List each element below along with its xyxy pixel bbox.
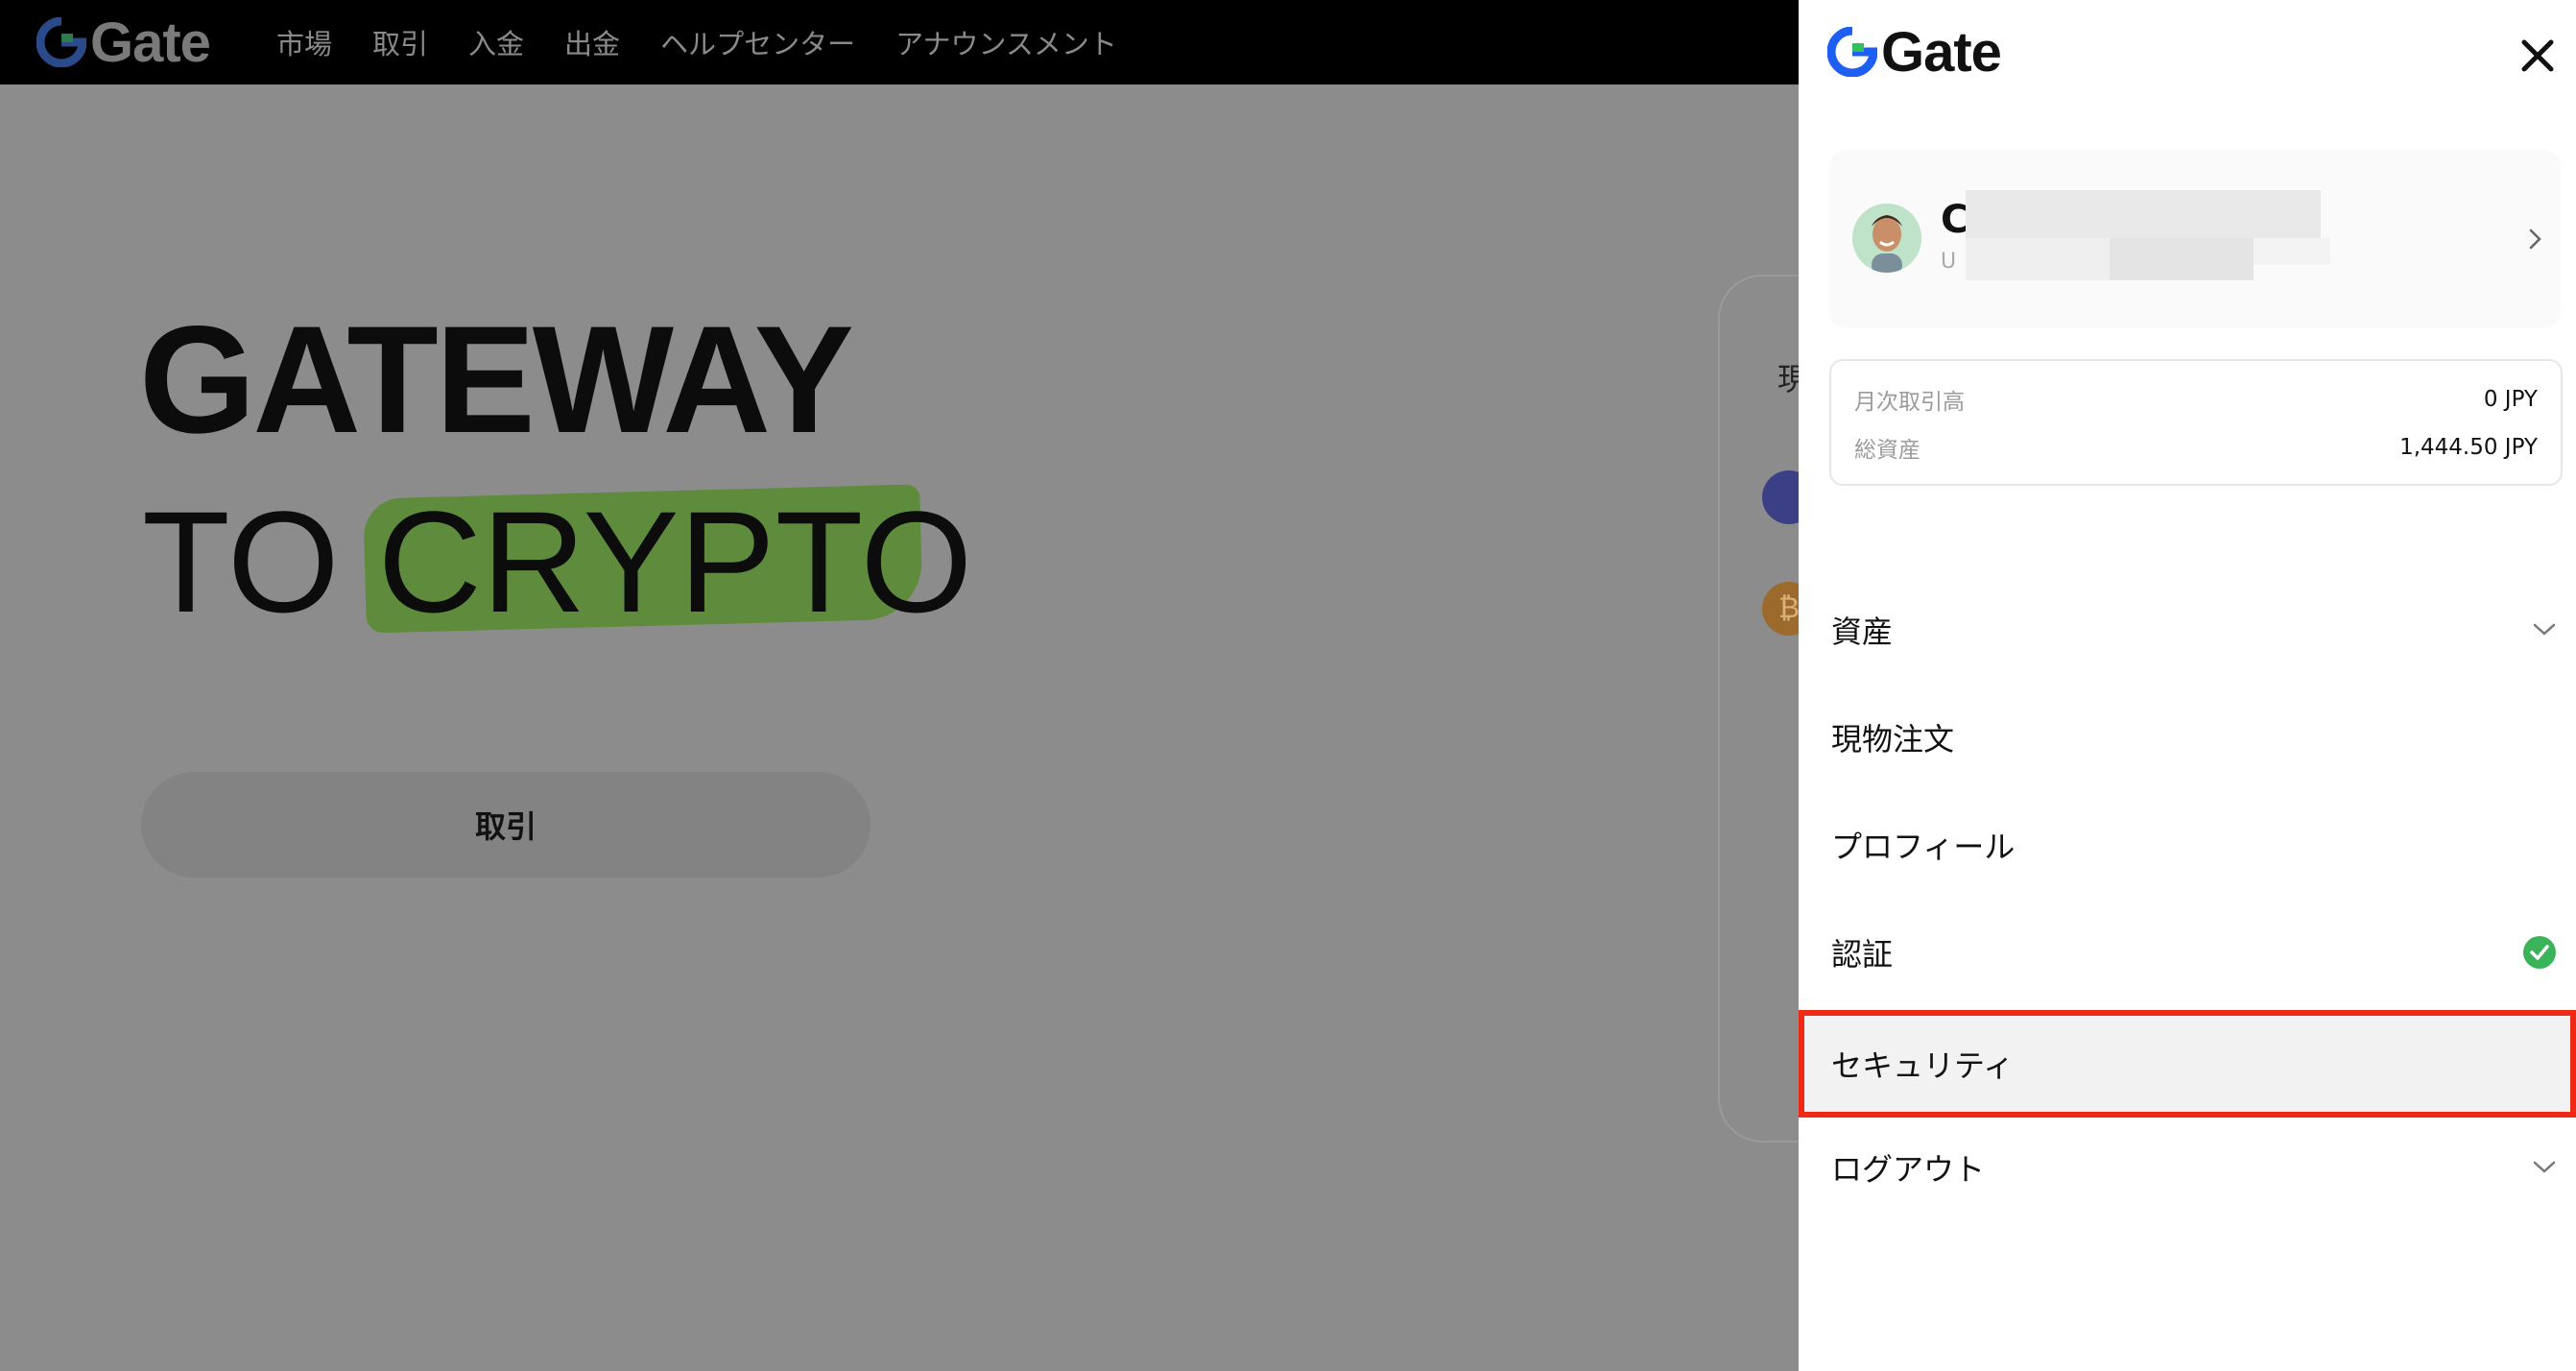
- redacted-block: [1966, 190, 2321, 238]
- menu-item-verification[interactable]: 認証: [1799, 899, 2576, 1006]
- account-stats-card: 月次取引高 0 JPY 総資産 1,444.50 JPY: [1829, 359, 2563, 486]
- hero-title-line2: TO CRYPTO: [142, 490, 972, 634]
- stat-value: 0 JPY: [2483, 387, 2538, 412]
- gate-logo-icon: [36, 17, 86, 67]
- menu-item-spot-orders[interactable]: 現物注文: [1799, 684, 2576, 791]
- stat-value: 1,444.50 JPY: [2399, 435, 2538, 460]
- menu-item-assets[interactable]: 資産: [1799, 576, 2576, 684]
- check-circle-icon: [2523, 936, 2556, 969]
- menu-item-label: プロフィール: [1831, 829, 2015, 865]
- gate-logo-icon: [1827, 27, 1877, 77]
- top-nav: 市場 取引 入金 出金 ヘルプセンター アナウンスメント: [276, 0, 1157, 84]
- menu-item-profile[interactable]: プロフィール: [1799, 791, 2576, 899]
- profile-card[interactable]: C U: [1829, 150, 2561, 328]
- nav-deposit[interactable]: 入金: [468, 22, 524, 62]
- avatar: [1852, 204, 1921, 273]
- stat-total-assets: 総資産 1,444.50 JPY: [1854, 428, 2538, 467]
- menu-item-security[interactable]: セキュリティ: [1799, 1010, 2576, 1118]
- gate-logo[interactable]: Gate: [36, 11, 211, 74]
- menu-item-label: セキュリティ: [1831, 1047, 2015, 1084]
- drawer-gate-logo[interactable]: Gate: [1827, 20, 2002, 84]
- menu-item-label: 認証: [1831, 936, 1894, 973]
- nav-announcements[interactable]: アナウンスメント: [895, 22, 1117, 62]
- nav-help-center[interactable]: ヘルプセンター: [660, 22, 855, 62]
- profile-name: C: [1941, 198, 1969, 242]
- menu-item-label: 現物注文: [1831, 721, 1955, 758]
- hero-title-crypto: CRYPTO: [377, 481, 973, 642]
- chevron-down-icon: [2533, 623, 2556, 636]
- stat-monthly-volume: 月次取引高 0 JPY: [1854, 380, 2538, 419]
- hero-title-line1: GATEWAY: [139, 295, 854, 466]
- stat-label: 総資産: [1854, 438, 1920, 463]
- redacted-block: [1966, 238, 2110, 280]
- chevron-right-icon: [2529, 228, 2541, 250]
- chevron-down-icon: [2533, 1161, 2556, 1173]
- profile-uid: U: [1941, 250, 1957, 274]
- nav-trade[interactable]: 取引: [372, 22, 428, 62]
- nav-withdraw[interactable]: 出金: [564, 22, 620, 62]
- account-drawer: Gate C U 月次取引高 0 JPY 総資産 1,444.50 JPY 資産…: [1799, 0, 2576, 1371]
- hero-title-to: TO: [142, 481, 340, 642]
- drawer-gate-logo-text: Gate: [1881, 20, 2002, 84]
- menu-item-label: ログアウト: [1831, 1151, 1986, 1188]
- redacted-block: [2110, 238, 2254, 280]
- gate-logo-text: Gate: [90, 11, 211, 74]
- hero-trade-button[interactable]: 取引: [141, 772, 871, 878]
- close-icon[interactable]: [2516, 35, 2559, 77]
- redacted-block: [2254, 238, 2330, 265]
- avatar-face-icon: [1852, 204, 1921, 273]
- nav-market[interactable]: 市場: [276, 22, 332, 62]
- menu-item-label: 資産: [1831, 613, 1894, 650]
- menu-item-logout[interactable]: ログアウト: [1799, 1114, 2576, 1221]
- stat-label: 月次取引高: [1854, 390, 1965, 415]
